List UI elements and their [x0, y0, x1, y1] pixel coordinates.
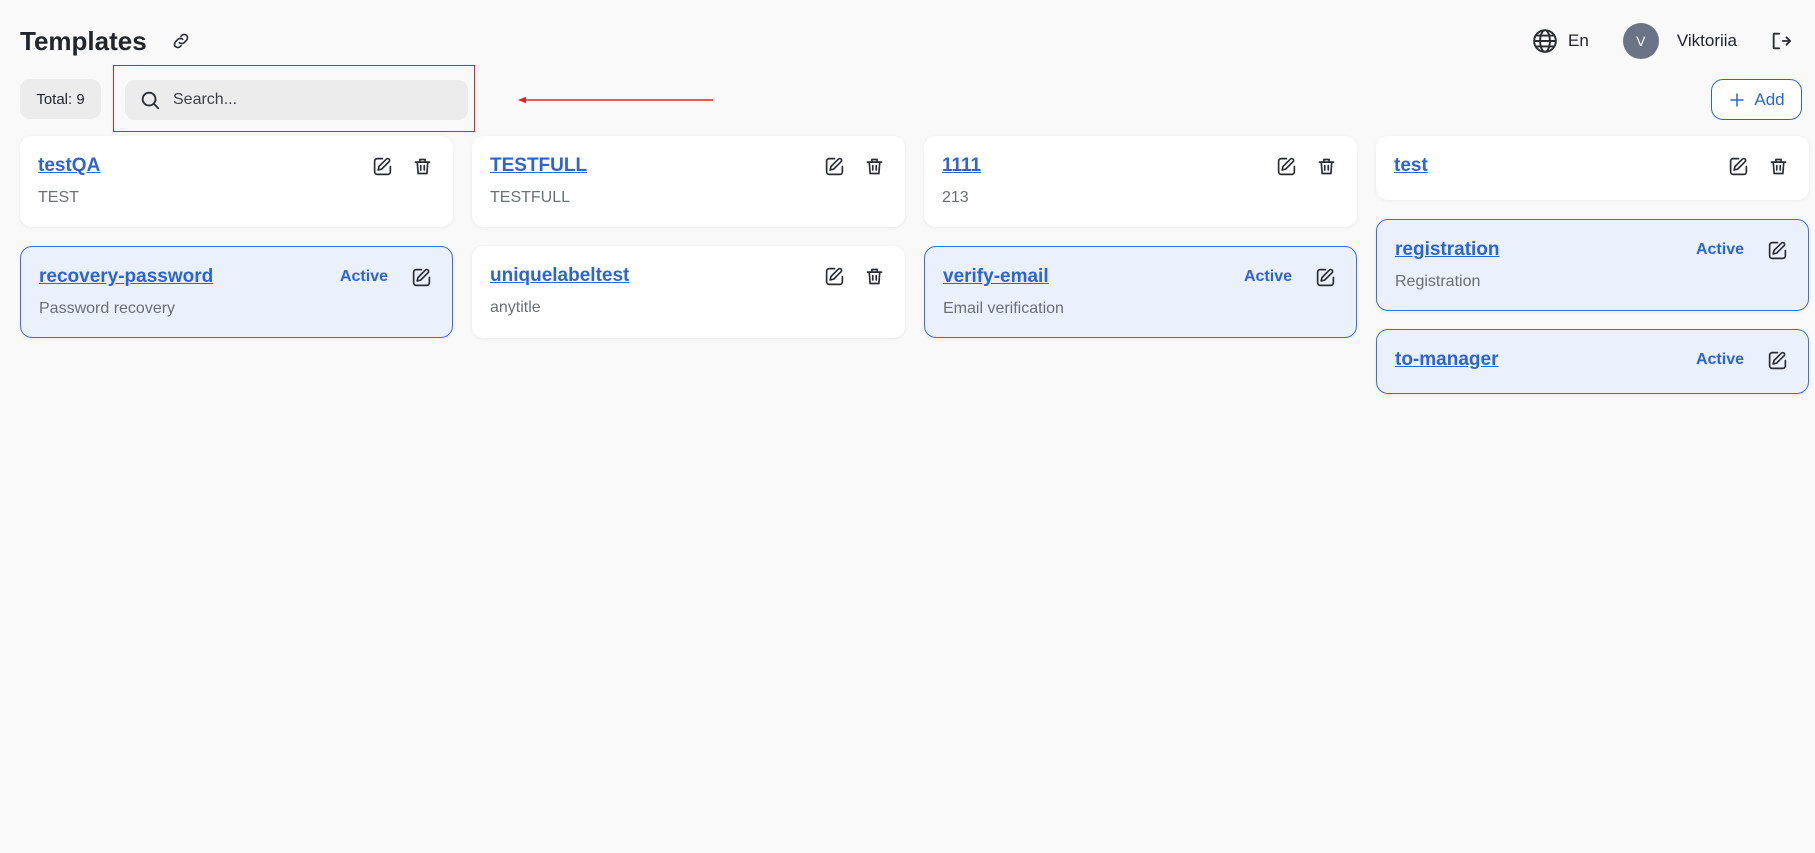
card-actions	[369, 153, 435, 179]
header-right: En V Viktoriia	[1532, 23, 1795, 59]
card-actions: Active	[340, 264, 434, 290]
card-header: to-manager Active	[1395, 345, 1790, 375]
template-subtitle: anytitle	[490, 299, 541, 316]
template-card[interactable]: testQA TEST	[20, 136, 453, 227]
template-card[interactable]: 1111 213	[924, 136, 1357, 227]
template-name-link[interactable]: registration	[1395, 239, 1500, 261]
template-name-link[interactable]: uniquelabeltest	[490, 265, 629, 287]
total-count-badge: Total: 9	[20, 79, 101, 119]
plus-icon	[1730, 92, 1745, 107]
template-name-link[interactable]: testQA	[38, 155, 100, 177]
template-name-link[interactable]: TESTFULL	[490, 155, 587, 177]
card-actions: Active	[1244, 264, 1338, 290]
edit-icon[interactable]	[408, 264, 434, 290]
status-badge: Active	[339, 268, 388, 285]
trash-icon[interactable]	[861, 153, 887, 179]
card-header: 1111	[942, 151, 1339, 181]
card-actions	[821, 153, 887, 179]
trash-icon[interactable]	[1765, 153, 1791, 179]
template-card[interactable]: to-manager Active	[1376, 329, 1809, 394]
edit-icon[interactable]	[1725, 153, 1751, 179]
link-icon[interactable]	[167, 27, 195, 55]
status-badge: Active	[1695, 351, 1744, 368]
page-title: Templates	[20, 25, 147, 56]
edit-icon[interactable]	[369, 153, 395, 179]
trash-icon[interactable]	[1313, 153, 1339, 179]
avatar[interactable]: V	[1622, 23, 1659, 59]
template-name-link[interactable]: 1111	[942, 155, 981, 177]
template-card[interactable]: verify-email Active Email verification	[924, 246, 1357, 338]
logout-icon[interactable]	[1767, 27, 1795, 55]
edit-icon[interactable]	[1273, 153, 1299, 179]
card-header: uniquelabeltest	[490, 261, 887, 291]
search-icon	[141, 91, 160, 110]
user-name[interactable]: Viktoriia	[1677, 31, 1737, 51]
template-name-link[interactable]: test	[1394, 155, 1428, 177]
card-actions	[1273, 153, 1339, 179]
template-subtitle: TEST	[38, 189, 79, 206]
card-header: recovery-password Active	[39, 262, 434, 292]
language-switcher[interactable]: En	[1532, 28, 1589, 54]
add-button[interactable]: Add	[1711, 79, 1802, 120]
page-header: Templates En V Viktoriia	[20, 18, 1795, 64]
edit-icon[interactable]	[1764, 347, 1790, 373]
language-label: En	[1568, 31, 1589, 50]
template-card[interactable]: TESTFULL TESTFULL	[472, 136, 905, 227]
card-actions: Active	[1696, 347, 1790, 373]
trash-icon[interactable]	[861, 263, 887, 289]
card-header: registration Active	[1395, 235, 1790, 265]
card-actions	[821, 263, 887, 289]
search-input[interactable]	[173, 91, 453, 109]
globe-icon	[1533, 29, 1557, 53]
annotation-arrow	[518, 96, 713, 104]
card-header: verify-email Active	[943, 262, 1338, 292]
add-button-label: Add	[1754, 89, 1785, 109]
template-subtitle: Email verification	[943, 300, 1064, 317]
template-card[interactable]: uniquelabeltest anytitle	[472, 246, 905, 338]
template-subtitle: Password recovery	[39, 300, 176, 317]
search-box[interactable]	[125, 80, 468, 120]
template-name-link[interactable]: verify-email	[943, 266, 1049, 288]
edit-icon[interactable]	[1312, 264, 1338, 290]
template-card[interactable]: recovery-password Active Password recove…	[20, 246, 453, 338]
template-name-link[interactable]: to-manager	[1395, 349, 1498, 371]
edit-icon[interactable]	[1764, 237, 1790, 263]
trash-icon[interactable]	[409, 153, 435, 179]
card-header: TESTFULL	[490, 151, 887, 181]
status-badge: Active	[1243, 268, 1292, 285]
card-actions: Active	[1696, 237, 1790, 263]
template-subtitle: 213	[942, 189, 969, 206]
edit-icon[interactable]	[821, 263, 847, 289]
card-actions	[1725, 153, 1791, 179]
template-card[interactable]: registration Active Registration	[1376, 219, 1809, 311]
status-badge: Active	[1695, 241, 1744, 258]
card-header: testQA	[38, 151, 435, 181]
template-name-link[interactable]: recovery-password	[39, 266, 213, 288]
card-header: test	[1394, 151, 1791, 181]
template-subtitle: TESTFULL	[490, 189, 571, 206]
header-left: Templates	[20, 26, 195, 57]
template-subtitle: Registration	[1395, 273, 1481, 290]
template-card[interactable]: test	[1376, 136, 1809, 200]
edit-icon[interactable]	[821, 153, 847, 179]
